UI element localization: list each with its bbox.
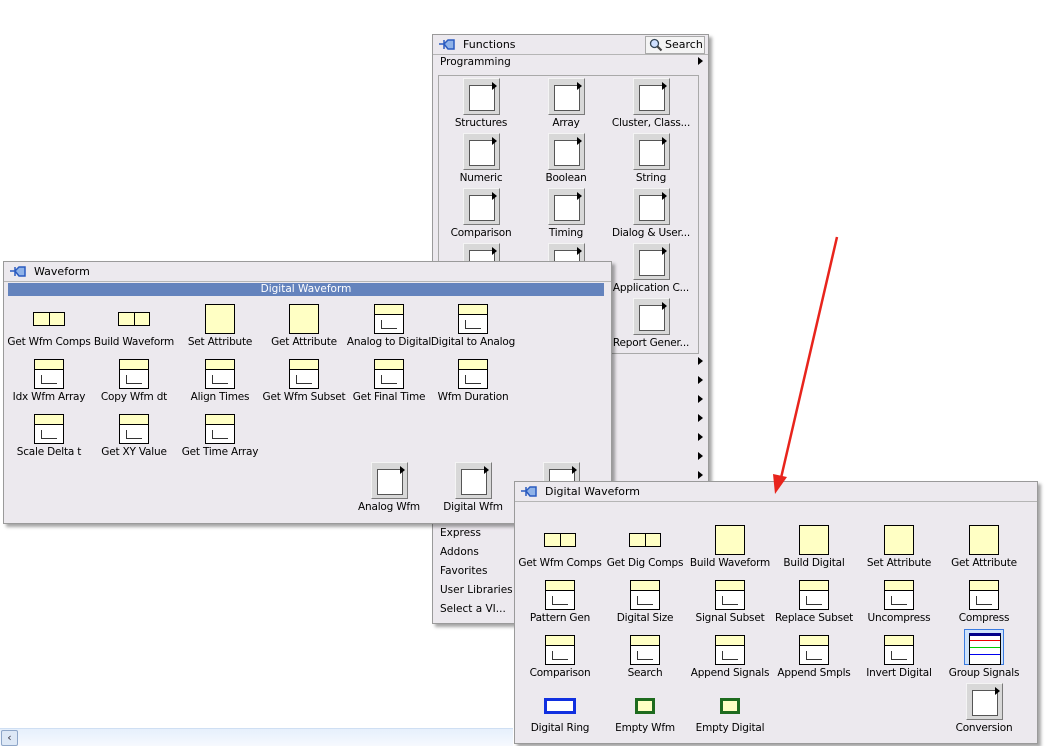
scroll-left-button[interactable]: ‹ <box>1 730 18 746</box>
annotation-arrow <box>773 236 839 494</box>
horizontal-scrollbar[interactable]: ‹ <box>0 728 513 746</box>
chevron-left-icon: ‹ <box>7 731 12 744</box>
